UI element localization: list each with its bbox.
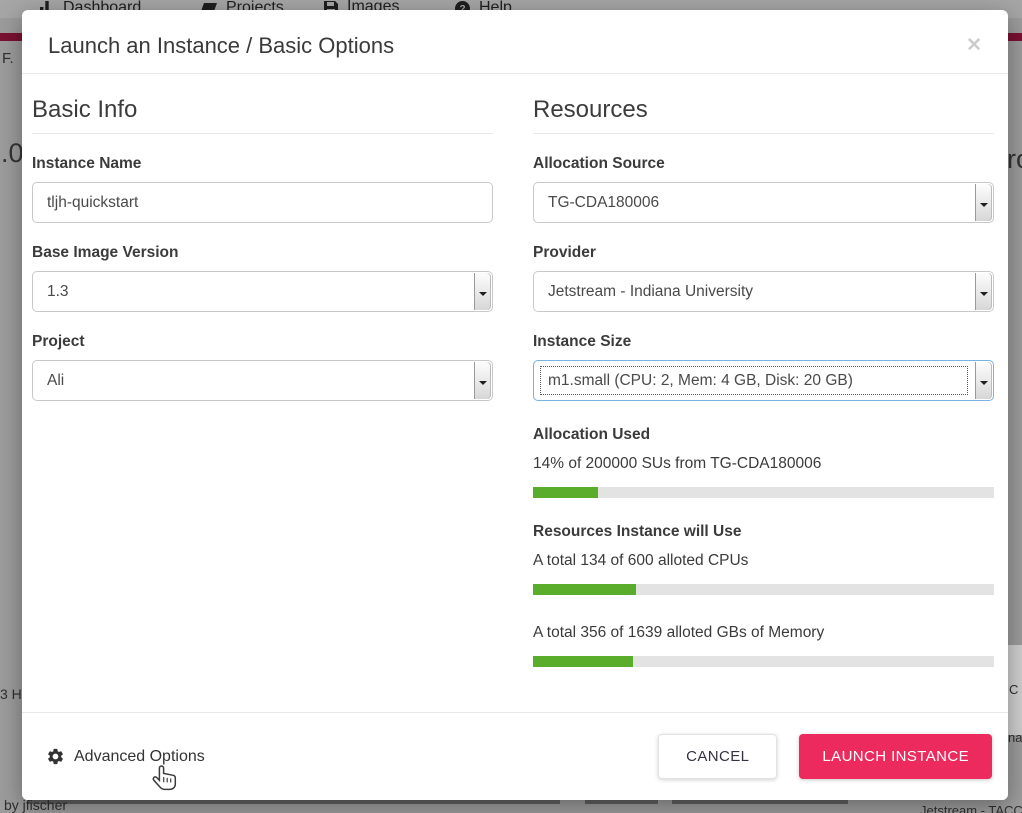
project-select[interactable]: Ali — [32, 360, 493, 401]
progress-fill — [533, 487, 598, 498]
launch-instance-modal: Launch an Instance / Basic Options ✕ Bas… — [22, 10, 1008, 800]
cancel-button[interactable]: CANCEL — [658, 734, 777, 779]
bg-text-fragment: F. — [2, 50, 14, 67]
base-image-version-select[interactable]: 1.3 — [32, 271, 493, 312]
resources-usage-heading: Resources Instance will Use — [533, 523, 994, 541]
chevron-down-icon — [975, 184, 992, 221]
bg-text-fragment: 3 H — [0, 686, 22, 702]
basic-info-column: Basic Info Instance Name Base Image Vers… — [32, 74, 493, 712]
close-icon[interactable]: ✕ — [966, 36, 982, 55]
chevron-down-icon — [474, 273, 491, 310]
progress-fill — [533, 584, 636, 595]
bg-provider-text: Jetstream - TACC — [920, 803, 1022, 813]
advanced-options-label: Advanced Options — [74, 748, 205, 766]
resources-heading: Resources — [533, 96, 994, 134]
memory-usage-text: A total 356 of 1639 alloted GBs of Memor… — [533, 624, 994, 642]
modal-footer: Advanced Options CANCEL LAUNCH INSTANCE — [22, 712, 1008, 800]
modal-body: Basic Info Instance Name Base Image Vers… — [22, 74, 1008, 712]
allocation-used-progress — [533, 487, 994, 498]
bg-text-fragment: C — [1009, 682, 1018, 697]
advanced-options-button[interactable]: Advanced Options — [46, 747, 205, 766]
chevron-down-icon — [975, 362, 992, 399]
provider-select[interactable]: Jetstream - Indiana University — [533, 271, 994, 312]
bg-heading-fragment: ro — [1007, 144, 1022, 175]
gear-icon — [46, 747, 65, 766]
chevron-down-icon — [975, 273, 992, 310]
project-label: Project — [32, 333, 493, 351]
provider-label: Provider — [533, 244, 994, 262]
modal-title: Launch an Instance / Basic Options — [48, 33, 982, 59]
bg-text-fragment: na — [1008, 730, 1022, 745]
instance-name-label: Instance Name — [32, 155, 493, 173]
memory-usage-progress — [533, 656, 994, 667]
cpu-usage-progress — [533, 584, 994, 595]
bg-heading-fragment: .0 — [1, 138, 24, 169]
allocation-used-heading: Allocation Used — [533, 426, 994, 444]
select-value: Ali — [33, 361, 473, 400]
chevron-down-icon — [474, 362, 491, 399]
select-value: 1.3 — [33, 272, 473, 311]
instance-size-select[interactable]: m1.small (CPU: 2, Mem: 4 GB, Disk: 20 GB… — [533, 360, 994, 401]
allocation-source-select[interactable]: TG-CDA180006 — [533, 182, 994, 223]
select-value: Jetstream - Indiana University — [534, 272, 974, 311]
allocation-source-label: Allocation Source — [533, 155, 994, 173]
progress-fill — [533, 656, 633, 667]
select-value: m1.small (CPU: 2, Mem: 4 GB, Disk: 20 GB… — [536, 362, 972, 399]
hand-cursor-icon — [152, 764, 179, 795]
instance-size-label: Instance Size — [533, 333, 994, 351]
basic-info-heading: Basic Info — [32, 96, 493, 134]
allocation-used-text: 14% of 200000 SUs from TG-CDA180006 — [533, 455, 994, 473]
resources-column: Resources Allocation Source TG-CDA180006… — [533, 74, 994, 712]
base-image-version-label: Base Image Version — [32, 244, 493, 262]
modal-header: Launch an Instance / Basic Options ✕ — [22, 10, 1008, 74]
cpu-usage-text: A total 134 of 600 alloted CPUs — [533, 552, 994, 570]
select-value: TG-CDA180006 — [534, 183, 974, 222]
launch-instance-button[interactable]: LAUNCH INSTANCE — [799, 734, 992, 779]
instance-name-input[interactable] — [32, 182, 493, 223]
